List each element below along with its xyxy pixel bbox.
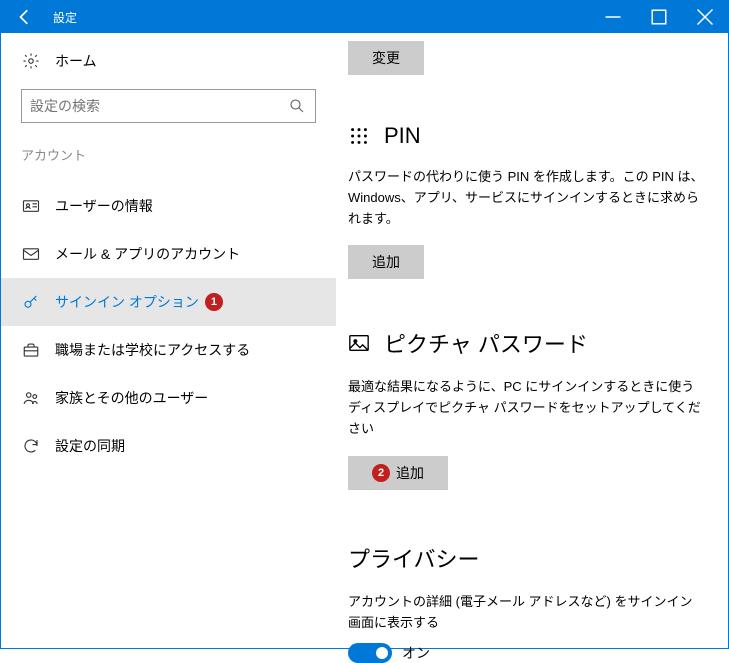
pin-title: PIN (384, 123, 421, 149)
sidebar-item-label: 職場または学校にアクセスする (55, 340, 250, 360)
sidebar-item-email-accounts[interactable]: メール & アプリのアカウント (1, 230, 336, 278)
key-icon (21, 293, 41, 311)
search-box[interactable] (21, 89, 316, 123)
privacy-toggle-label: オン (402, 643, 430, 663)
pin-pad-icon (348, 125, 370, 147)
home-label: ホーム (55, 51, 97, 71)
user-card-icon (21, 197, 41, 215)
pin-description: パスワードの代わりに使う PIN を作成します。この PIN は、Windows… (348, 167, 704, 229)
mail-icon (21, 245, 41, 263)
pin-section-header: PIN (348, 123, 704, 149)
picture-description: 最適な結果になるように、PC にサインインするときに使うディスプレイでピクチャ … (348, 377, 704, 439)
people-icon (21, 389, 41, 407)
pin-add-button[interactable]: 追加 (348, 245, 424, 279)
picture-add-button[interactable]: 2 追加 (348, 456, 448, 490)
sidebar-category: アカウント (1, 145, 336, 164)
picture-icon (348, 332, 370, 354)
picture-title: ピクチャ パスワード (384, 327, 588, 359)
briefcase-icon (21, 341, 41, 359)
sidebar: ホーム アカウント ユーザーの情報 メール & アプリのアカウント (1, 33, 336, 648)
minimize-button[interactable] (590, 1, 636, 33)
sidebar-item-label: 家族とその他のユーザー (55, 388, 208, 408)
picture-section-header: ピクチャ パスワード (348, 327, 704, 359)
sidebar-item-work-school[interactable]: 職場または学校にアクセスする (1, 326, 336, 374)
privacy-section-header: プライバシー (348, 542, 704, 574)
sidebar-item-signin-options[interactable]: サインイン オプション 1 (1, 278, 336, 326)
sidebar-item-label: ユーザーの情報 (55, 196, 153, 216)
back-button[interactable] (1, 1, 49, 33)
annotation-badge-1: 1 (205, 293, 223, 311)
annotation-badge-2: 2 (372, 464, 390, 482)
window-title: 設定 (49, 9, 590, 26)
sidebar-item-user-info[interactable]: ユーザーの情報 (1, 182, 336, 230)
titlebar: 設定 (1, 1, 728, 33)
privacy-title: プライバシー (348, 542, 480, 574)
maximize-button[interactable] (636, 1, 682, 33)
picture-add-label: 追加 (396, 463, 424, 483)
privacy-description: アカウントの詳細 (電子メール アドレスなど) をサインイン画面に表示する (348, 592, 704, 634)
sidebar-item-family[interactable]: 家族とその他のユーザー (1, 374, 336, 422)
home-link[interactable]: ホーム (1, 51, 336, 71)
search-icon (287, 97, 307, 115)
sidebar-item-label: メール & アプリのアカウント (55, 244, 240, 264)
privacy-toggle[interactable] (348, 643, 392, 663)
gear-icon (21, 52, 41, 70)
sidebar-item-sync[interactable]: 設定の同期 (1, 422, 336, 470)
sidebar-item-label: 設定の同期 (55, 436, 125, 456)
change-button[interactable]: 変更 (348, 41, 424, 75)
sync-icon (21, 437, 41, 455)
search-input[interactable] (30, 98, 287, 114)
sidebar-item-label: サインイン オプション (55, 292, 199, 312)
close-button[interactable] (682, 1, 728, 33)
main-panel: 変更 PIN パスワードの代わりに使う PIN を作成します。この PIN は、… (336, 33, 728, 648)
